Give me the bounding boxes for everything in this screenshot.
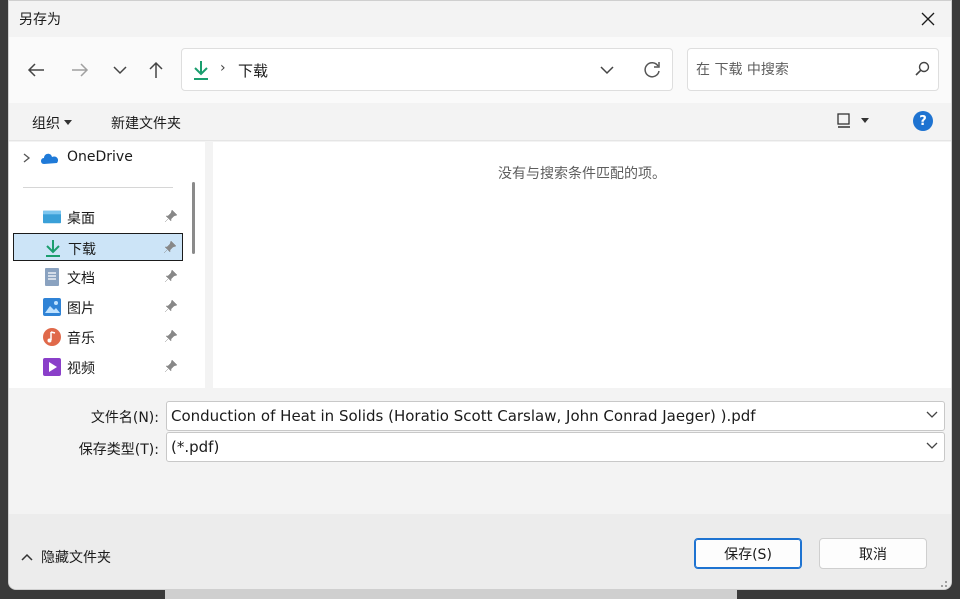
sidebar-item-label: 文档 xyxy=(67,271,95,287)
sidebar-item-label: OneDrive xyxy=(67,149,133,165)
close-button[interactable] xyxy=(905,1,951,37)
filetype-value: (*.pdf) xyxy=(171,438,220,456)
document-icon xyxy=(45,268,59,286)
arrow-up-icon xyxy=(149,61,163,78)
desktop-icon xyxy=(43,210,61,224)
sidebar-item-onedrive[interactable]: OneDrive xyxy=(13,144,183,172)
organize-menu[interactable]: 组织 xyxy=(32,113,72,133)
breadcrumb-downloads[interactable]: 下载 xyxy=(238,60,268,81)
filetype-select[interactable]: (*.pdf) xyxy=(166,432,945,462)
close-icon xyxy=(921,12,935,26)
caret-down-icon xyxy=(861,118,869,123)
pin-icon xyxy=(165,330,177,342)
caret-down-icon xyxy=(64,120,72,125)
address-bar[interactable]: › 下载 xyxy=(181,48,673,91)
filename-value: Conduction of Heat in Solids (Horatio Sc… xyxy=(171,407,756,425)
navigation-pane: OneDrive 桌面 下载 文档 图片 音乐 视频 xyxy=(9,142,205,388)
title-bar: 另存为 xyxy=(9,1,951,37)
sidebar-item-label: 图片 xyxy=(67,301,95,317)
chevron-down-icon xyxy=(926,442,938,449)
arrow-right-icon xyxy=(72,63,89,77)
sidebar-item-label: 视频 xyxy=(67,361,95,377)
filename-field[interactable]: Conduction of Heat in Solids (Horatio Sc… xyxy=(166,401,945,431)
search-input[interactable] xyxy=(696,59,896,81)
pin-icon xyxy=(164,241,176,253)
video-icon xyxy=(43,358,61,376)
sidebar-item-desktop[interactable]: 桌面 xyxy=(13,203,183,231)
background-window-edge xyxy=(165,590,737,599)
sidebar-item-music[interactable]: 音乐 xyxy=(13,323,183,351)
save-as-dialog: 另存为 › 下载 组织 xyxy=(8,0,952,590)
refresh-icon[interactable] xyxy=(642,60,662,80)
sidebar-item-videos[interactable]: 视频 xyxy=(13,353,183,381)
back-button[interactable] xyxy=(21,57,51,83)
resize-grip-icon[interactable] xyxy=(938,578,948,588)
sidebar-scrollbar[interactable] xyxy=(192,182,195,254)
pictures-icon xyxy=(43,298,61,316)
hide-folders-toggle[interactable]: 隐藏文件夹 xyxy=(21,547,111,567)
download-icon xyxy=(194,61,208,80)
sidebar-item-documents[interactable]: 文档 xyxy=(13,263,183,291)
pin-icon xyxy=(165,210,177,222)
pin-icon xyxy=(165,360,177,372)
recent-locations-button[interactable] xyxy=(105,57,135,83)
new-folder-button[interactable]: 新建文件夹 xyxy=(111,113,181,133)
filename-label: 文件名(N): xyxy=(90,410,159,426)
file-list[interactable]: 没有与搜索条件匹配的项。 xyxy=(205,142,951,388)
dialog-title: 另存为 xyxy=(19,12,61,28)
cancel-button[interactable]: 取消 xyxy=(819,538,927,569)
organize-label: 组织 xyxy=(32,116,60,132)
pin-icon xyxy=(165,270,177,282)
view-options-button[interactable] xyxy=(837,113,869,129)
save-form: 文件名(N): Conduction of Heat in Solids (Ho… xyxy=(9,388,951,514)
sidebar-item-label: 下载 xyxy=(68,242,96,258)
chevron-down-icon xyxy=(113,66,127,75)
new-folder-label: 新建文件夹 xyxy=(111,116,181,132)
chevron-up-icon xyxy=(21,553,33,561)
breadcrumb-separator-icon: › xyxy=(220,60,226,76)
sidebar-item-pictures[interactable]: 图片 xyxy=(13,293,183,321)
download-icon xyxy=(46,240,60,257)
sidebar-divider xyxy=(23,187,173,188)
search-icon[interactable] xyxy=(914,61,930,77)
chevron-right-icon xyxy=(23,153,31,163)
filetype-label: 保存类型(T): xyxy=(78,442,159,458)
help-button[interactable]: ? xyxy=(913,111,933,131)
sidebar-item-downloads[interactable]: 下载 xyxy=(13,233,183,261)
save-button[interactable]: 保存(S) xyxy=(694,538,802,569)
search-box[interactable] xyxy=(687,48,939,91)
sidebar-item-label: 音乐 xyxy=(67,331,95,347)
empty-message: 没有与搜索条件匹配的项。 xyxy=(498,166,666,182)
chevron-down-icon[interactable] xyxy=(600,61,614,79)
navigation-bar: › 下载 xyxy=(9,37,951,103)
arrow-left-icon xyxy=(27,63,44,77)
pin-icon xyxy=(165,300,177,312)
cloud-icon xyxy=(41,153,59,164)
command-bar: 组织 新建文件夹 ? xyxy=(9,103,951,141)
view-icon xyxy=(837,113,850,128)
hide-folders-label: 隐藏文件夹 xyxy=(41,550,111,566)
chevron-down-icon xyxy=(926,411,938,418)
dialog-footer: 隐藏文件夹 保存(S) 取消 xyxy=(9,514,951,589)
sidebar-item-label: 桌面 xyxy=(67,211,95,227)
music-icon xyxy=(43,328,61,346)
up-button[interactable] xyxy=(141,57,171,83)
forward-button[interactable] xyxy=(65,57,95,83)
